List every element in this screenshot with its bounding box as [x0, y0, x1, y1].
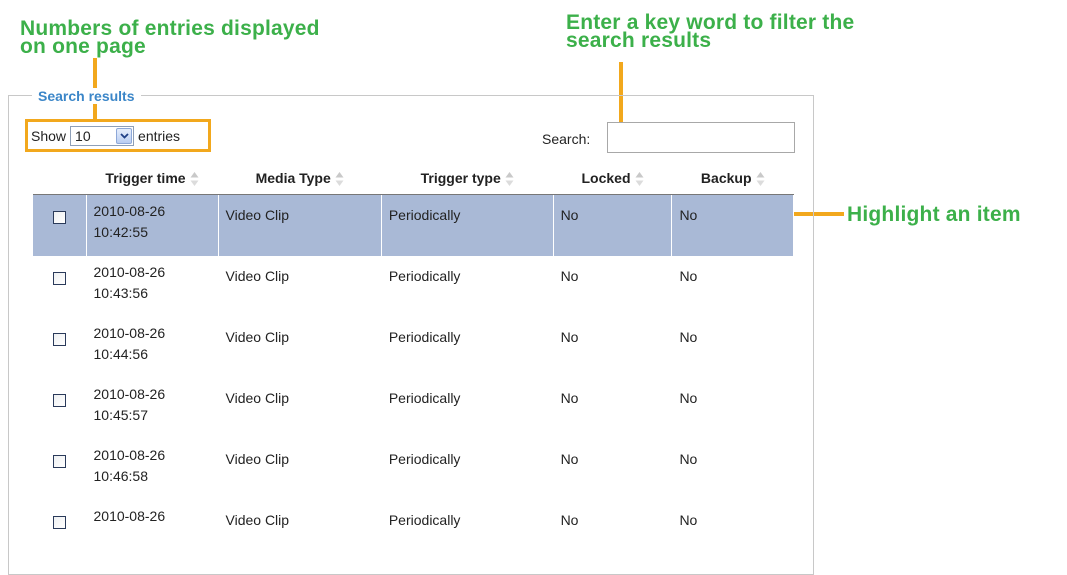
callout-entries-line2: on one page — [20, 35, 146, 58]
sort-icon — [635, 171, 644, 187]
trigger-date: 2010-08-26 — [93, 447, 166, 463]
entries-select-value: 10 — [75, 127, 91, 144]
backup-cell: No — [671, 378, 794, 439]
row-select-cell — [33, 439, 87, 500]
trigger-time-cell: 2010-08-26 10:43:56 — [86, 256, 219, 317]
trigger-date: 2010-08-26 — [93, 386, 166, 402]
trigger-time-cell: 2010-08-26 10:46:58 — [86, 439, 219, 500]
table-row[interactable]: 2010-08-26 10:46:58 Video Clip Periodical… — [33, 439, 794, 500]
trigger-time-cell: 2010-08-26 10:42:55 — [86, 194, 219, 256]
media-type-cell: Video Clip — [218, 256, 382, 317]
trigger-time-cell: 2010-08-26 10:44:56 — [86, 317, 219, 378]
table-row[interactable]: 2010-08-26 10:45:57 Video Clip Periodical… — [33, 378, 794, 439]
header-select-column — [33, 163, 86, 195]
header-backup[interactable]: Backup — [671, 163, 794, 195]
row-select-cell — [33, 194, 87, 256]
row-checkbox[interactable] — [52, 333, 66, 346]
backup-cell: No — [671, 317, 794, 378]
row-select-cell — [33, 317, 87, 378]
chevron-down-icon[interactable] — [116, 127, 133, 144]
callout-entries-per-page: Numbers of entries displayed on one page — [20, 18, 320, 58]
media-type-cell: Video Clip — [218, 439, 382, 500]
backup-cell: No — [671, 256, 794, 317]
search-results-legend: Search results — [32, 88, 141, 104]
media-type-cell: Video Clip — [218, 194, 382, 256]
sort-icon — [190, 171, 199, 187]
trigger-clock: 10:46:58 — [93, 468, 149, 484]
trigger-date: 2010-08-26 — [93, 508, 166, 524]
locked-cell: No — [553, 439, 673, 500]
trigger-date: 2010-08-26 — [93, 325, 166, 341]
header-trigger-time[interactable]: Trigger time — [86, 163, 218, 195]
search-label: Search: — [542, 131, 591, 147]
sort-icon — [335, 171, 344, 187]
sort-icon — [505, 171, 514, 187]
results-table: Trigger time Media Type Trigger type Loc… — [33, 163, 794, 561]
header-label: Backup — [700, 169, 752, 186]
locked-cell: No — [553, 256, 673, 317]
callout-search-filter: Enter a key word to filter the search re… — [566, 12, 854, 52]
table-row[interactable]: 2010-08-26 10:42:55 Video Clip Periodical… — [33, 194, 794, 256]
callout-highlight-item: Highlight an item — [847, 203, 1021, 226]
row-checkbox[interactable] — [52, 272, 66, 285]
media-type-cell: Video Clip — [218, 378, 382, 439]
row-select-cell — [33, 378, 87, 439]
header-label: Trigger time — [105, 169, 186, 186]
trigger-clock: 10:42:55 — [93, 224, 149, 240]
header-label: Locked — [581, 169, 631, 186]
backup-cell: No — [671, 439, 794, 500]
callout-search-line2: search results — [566, 29, 712, 52]
table-header-row: Trigger time Media Type Trigger type Loc… — [33, 163, 794, 195]
row-checkbox[interactable] — [52, 394, 66, 407]
header-locked[interactable]: Locked — [553, 163, 672, 195]
trigger-clock: 10:43:56 — [93, 285, 149, 301]
locked-cell: No — [553, 317, 673, 378]
locked-cell: No — [553, 194, 673, 256]
table-row[interactable]: 2010-08-26 10:43:56 Video Clip Periodical… — [33, 256, 794, 317]
entries-per-page-control: Show 10 entries — [25, 119, 211, 152]
locked-cell: No — [553, 378, 673, 439]
trigger-type-cell: Periodically — [381, 378, 554, 439]
trigger-type-cell: Periodically — [381, 256, 554, 317]
trigger-type-cell: Periodically — [381, 317, 554, 378]
trigger-clock: 10:45:57 — [93, 407, 149, 423]
row-checkbox[interactable] — [52, 516, 66, 529]
show-label: Show — [31, 127, 67, 144]
row-checkbox[interactable] — [52, 455, 66, 468]
sort-icon — [756, 171, 765, 187]
table-row[interactable]: 2010-08-26 10:44:56 Video Clip Periodical… — [33, 317, 794, 378]
trigger-type-cell: Periodically — [381, 439, 554, 500]
search-input[interactable] — [607, 122, 795, 153]
trigger-clock: 10:44:56 — [93, 346, 149, 362]
trigger-time-cell: 2010-08-26 10:45:57 — [86, 378, 219, 439]
media-type-cell: Video Clip — [218, 317, 382, 378]
backup-cell: No — [671, 194, 794, 256]
header-media-type[interactable]: Media Type — [218, 163, 382, 195]
trigger-date: 2010-08-26 — [93, 203, 166, 219]
header-trigger-type[interactable]: Trigger type — [381, 163, 554, 195]
header-label: Media Type — [255, 169, 331, 186]
entries-select[interactable]: 10 — [70, 125, 135, 146]
trigger-type-cell: Periodically — [381, 194, 554, 256]
entries-label: entries — [138, 127, 181, 144]
header-label: Trigger type — [420, 169, 501, 186]
trigger-date: 2010-08-26 — [93, 264, 166, 280]
row-checkbox[interactable] — [52, 211, 66, 224]
row-select-cell — [33, 256, 87, 317]
